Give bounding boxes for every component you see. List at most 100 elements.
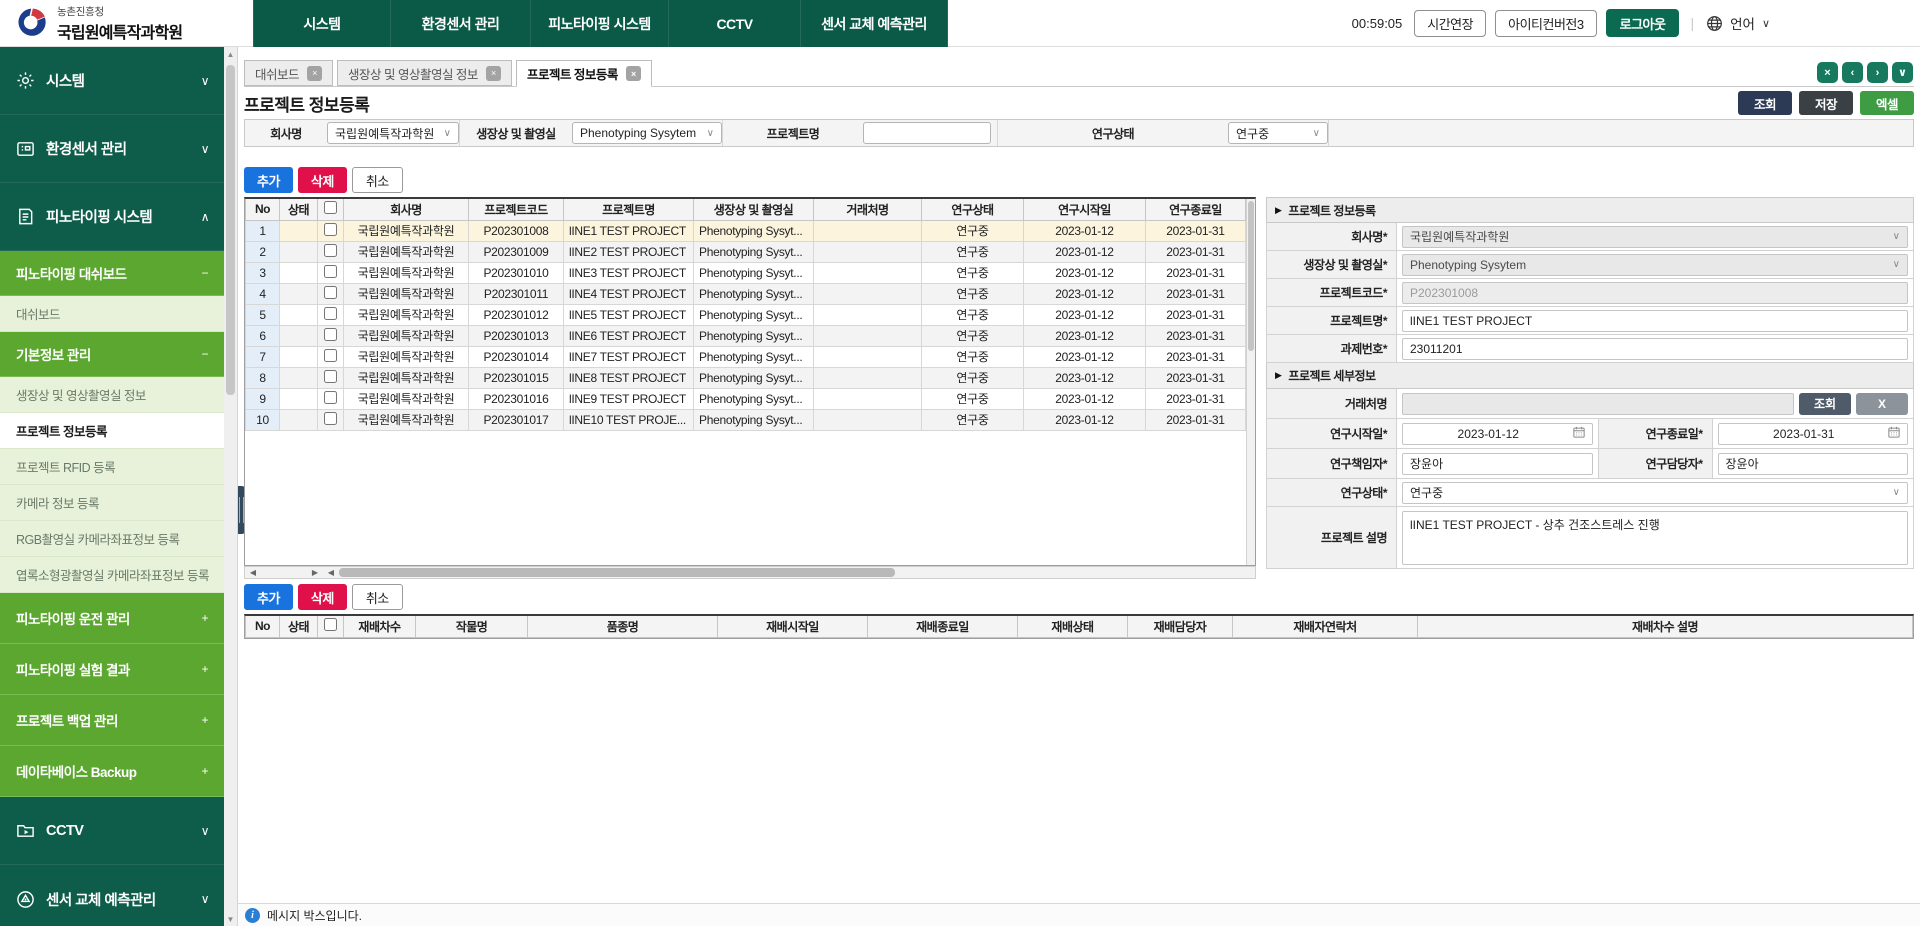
tab-프로젝트 정보등록[interactable]: 프로젝트 정보등록× [516,60,652,87]
sidebar-group-데이타베이스 Backup[interactable]: 데이타베이스 Backup+ [0,746,224,797]
scroll-right-icon[interactable]: ▶ [307,568,323,577]
company-select[interactable]: 국립원예특작과학원∨ [1402,226,1908,248]
sidebar-item-센서 교체 예측관리[interactable]: 센서 교체 예측관리∨ [0,865,224,926]
top-nav-item[interactable]: 환경센서 관리 [390,0,530,47]
row-checkbox[interactable] [324,244,337,257]
project-grid-row[interactable]: 2국립원예특작과학원P202301009lINE2 TEST PROJECTPh… [246,241,1246,262]
logout-button[interactable]: 로그아웃 [1606,9,1680,37]
collapse-tabs-button[interactable]: ∨ [1892,62,1913,83]
scroll-down-icon[interactable]: ▼ [224,912,237,926]
scrollbar-thumb[interactable] [339,568,895,577]
cell-code: P202301017 [469,409,564,430]
sidebar-scrollbar[interactable]: ▲ ▼ [224,47,238,926]
close-icon[interactable]: × [486,66,501,81]
close-icon[interactable]: × [307,66,322,81]
research-state-select[interactable]: 연구중∨ [1402,482,1908,504]
sidebar-group-기본정보 관리[interactable]: 기본정보 관리− [0,332,224,377]
sidebar-item-프로젝트 RFID 등록[interactable]: 프로젝트 RFID 등록 [0,449,224,485]
top-nav-item[interactable]: 센서 교체 예측관리 [800,0,948,47]
sidebar-group-피노타이핑 운전 관리[interactable]: 피노타이핑 운전 관리+ [0,593,224,644]
sidebar-item-엽록소형광촬영실 카메라좌표정보 등록[interactable]: 엽록소형광촬영실 카메라좌표정보 등록 [0,557,224,593]
scroll-up-icon[interactable]: ▲ [224,47,237,61]
close-all-tabs-button[interactable]: × [1817,62,1838,83]
project-grid-row[interactable]: 10국립원예특작과학원P202301017lINE10 TEST PROJE..… [246,409,1246,430]
row-checkbox[interactable] [324,412,337,425]
row-checkbox[interactable] [324,349,337,362]
sidebar-item-프로젝트 정보등록[interactable]: 프로젝트 정보등록 [0,413,224,449]
delete-button[interactable]: 삭제 [298,584,347,610]
scroll-left-icon[interactable]: ◀ [323,568,339,577]
sidebar-item-카메라 정보 등록[interactable]: 카메라 정보 등록 [0,485,224,521]
calendar-icon[interactable] [1888,426,1900,441]
research-manager-input[interactable]: 장윤아 [1718,453,1909,475]
project-grid-row[interactable]: 8국립원예특작과학원P202301015lINE8 TEST PROJECTPh… [246,367,1246,388]
project-grid-row[interactable]: 1국립원예특작과학원P202301008lINE1 TEST PROJECTPh… [246,220,1246,241]
project-desc-textarea[interactable]: lINE1 TEST PROJECT - 상추 건조스트레스 진행 [1402,511,1908,565]
row-checkbox[interactable] [324,223,337,236]
close-icon[interactable]: × [626,66,641,81]
cell-code: P202301009 [469,241,564,262]
add-button[interactable]: 추가 [244,584,293,610]
tab-생장상 및 영상촬영실 정보[interactable]: 생장상 및 영상촬영실 정보× [337,60,512,86]
extend-time-button[interactable]: 시간연장 [1414,10,1486,37]
start-date-input[interactable]: 2023-01-12 [1402,423,1593,445]
calendar-icon[interactable] [1573,426,1585,441]
top-nav-item[interactable]: CCTV [668,0,800,47]
top-nav-item[interactable]: 피노타이핑 시스템 [530,0,668,47]
sidebar-item-CCTV[interactable]: CCTV∨ [0,797,224,865]
client-clear-button[interactable]: X [1856,393,1908,415]
select-all-checkbox[interactable] [324,618,337,631]
row-checkbox[interactable] [324,265,337,278]
client-search-button[interactable]: 조회 [1799,393,1851,415]
project-name-input[interactable] [863,122,991,144]
sidebar-item-시스템[interactable]: 시스템∨ [0,47,224,115]
row-checkbox[interactable] [324,391,337,404]
search-button[interactable]: 조회 [1738,91,1792,115]
next-tab-button[interactable]: › [1867,62,1888,83]
top-nav-item[interactable]: 시스템 [253,0,390,47]
scrollbar-thumb[interactable] [226,65,235,395]
project-grid-vertical-scrollbar[interactable] [1246,199,1255,565]
task-number-field[interactable]: 23011201 [1402,338,1908,360]
row-checkbox[interactable] [324,286,337,299]
sidebar-item-RGB촬영실 카메라좌표정보 등록[interactable]: RGB촬영실 카메라좌표정보 등록 [0,521,224,557]
project-grid-row[interactable]: 3국립원예특작과학원P202301010lINE3 TEST PROJECTPh… [246,262,1246,283]
sidebar-group-프로젝트 백업 관리[interactable]: 프로젝트 백업 관리+ [0,695,224,746]
account-button[interactable]: 아이티컨버전3 [1495,10,1597,37]
cancel-button[interactable]: 취소 [352,584,403,610]
prev-tab-button[interactable]: ‹ [1842,62,1863,83]
project-grid-row[interactable]: 6국립원예특작과학원P202301013lINE6 TEST PROJECTPh… [246,325,1246,346]
language-selector[interactable]: 언어 ∨ [1705,13,1770,33]
scrollbar-thumb[interactable] [1248,201,1254,351]
scroll-left-icon[interactable]: ◀ [245,568,261,577]
project-name-field[interactable]: lINE1 TEST PROJECT [1402,310,1908,332]
select-all-checkbox[interactable] [324,201,337,214]
end-date-input[interactable]: 2023-01-31 [1718,423,1909,445]
excel-button[interactable]: 엑셀 [1860,91,1914,115]
sidebar-group-피노타이핑 대쉬보드[interactable]: 피노타이핑 대쉬보드− [0,251,224,296]
delete-button[interactable]: 삭제 [298,167,347,193]
save-button[interactable]: 저장 [1799,91,1853,115]
add-button[interactable]: 추가 [244,167,293,193]
project-grid-row[interactable]: 5국립원예특작과학원P202301012lINE5 TEST PROJECTPh… [246,304,1246,325]
project-grid-horizontal-scrollbar[interactable]: ◀ ▶ ◀ [244,566,1256,579]
chamber-filter-select[interactable]: Phenotyping Sysytem ∨ [572,122,722,144]
state-filter-select[interactable]: 연구중 ∨ [1228,122,1328,144]
app-window: 농촌진흥청 국립원예특작과학원 시스템환경센서 관리피노타이핑 시스템CCTV센… [0,0,1920,926]
row-checkbox[interactable] [324,307,337,320]
sidebar-group-피노타이핑 실험 결과[interactable]: 피노타이핑 실험 결과+ [0,644,224,695]
sidebar-item-피노타이핑 시스템[interactable]: 피노타이핑 시스템∧ [0,183,224,251]
tab-대쉬보드[interactable]: 대쉬보드× [244,60,333,86]
sidebar-item-생장상 및 영상촬영실 정보[interactable]: 생장상 및 영상촬영실 정보 [0,377,224,413]
sidebar-item-대쉬보드[interactable]: 대쉬보드 [0,296,224,332]
sidebar-item-환경센서 관리[interactable]: 환경센서 관리∨ [0,115,224,183]
cancel-button[interactable]: 취소 [352,167,403,193]
company-filter-select[interactable]: 국립원예특작과학원 ∨ [327,122,459,144]
row-checkbox[interactable] [324,370,337,383]
project-grid-row[interactable]: 9국립원예특작과학원P202301016lINE9 TEST PROJECTPh… [246,388,1246,409]
research-leader-input[interactable]: 장윤아 [1402,453,1593,475]
row-checkbox[interactable] [324,328,337,341]
project-grid-row[interactable]: 4국립원예특작과학원P202301011lINE4 TEST PROJECTPh… [246,283,1246,304]
chamber-select[interactable]: Phenotyping Sysytem∨ [1402,254,1908,276]
project-grid-row[interactable]: 7국립원예특작과학원P202301014lINE7 TEST PROJECTPh… [246,346,1246,367]
